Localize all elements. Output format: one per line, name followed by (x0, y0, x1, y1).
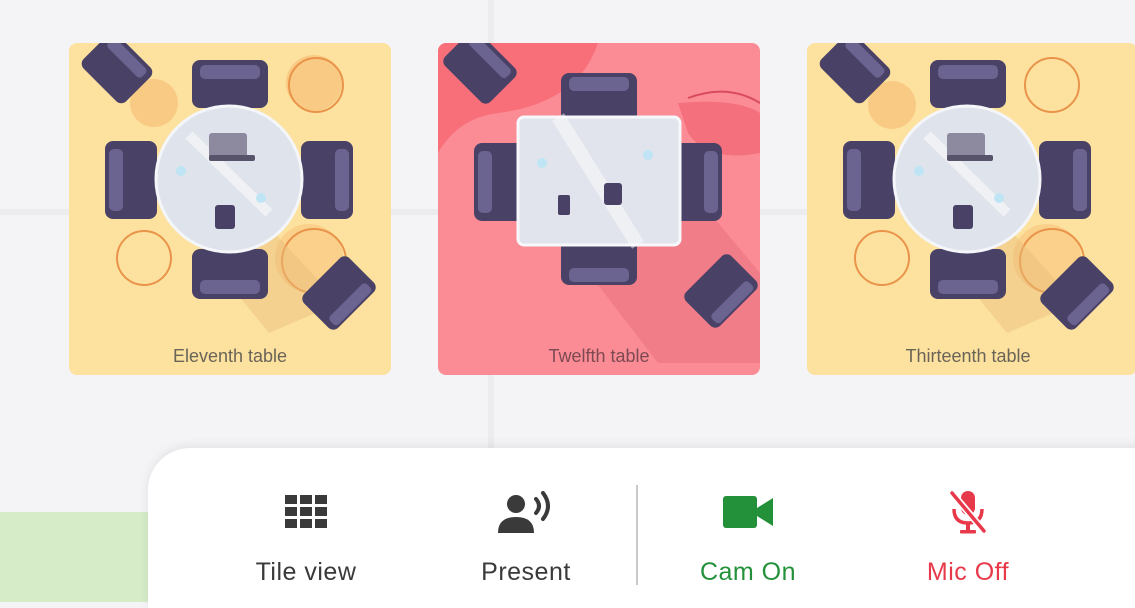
table-card-thirteenth[interactable]: Thirteenth table (807, 43, 1135, 375)
tile-view-label: Tile view (255, 558, 357, 586)
table-label: Thirteenth table (905, 346, 1031, 366)
mic-label: Mic Off (926, 558, 1010, 586)
toolbar-divider (636, 485, 638, 585)
table-card-twelfth[interactable]: Twelfth table (438, 43, 760, 375)
square-table-illustration (438, 43, 760, 363)
table-card-eleventh[interactable]: Eleventh table (69, 43, 391, 375)
mic-off-icon (948, 486, 988, 538)
table-label: Twelfth table (548, 346, 650, 366)
table-label: Eleventh table (172, 346, 288, 366)
present-button[interactable]: Present (456, 486, 596, 596)
present-label: Present (481, 558, 571, 586)
video-camera-icon (723, 486, 773, 538)
mic-toggle-button[interactable]: Mic Off (898, 486, 1038, 596)
round-table-illustration (819, 43, 1114, 333)
person-speaking-icon (496, 486, 556, 538)
call-toolbar: Tile view Present Cam On Mic Off (148, 448, 1135, 608)
round-table-illustration (81, 43, 376, 333)
cam-toggle-button[interactable]: Cam On (678, 486, 818, 596)
green-zone (0, 512, 160, 602)
cam-label: Cam On (699, 558, 797, 586)
grid-icon (285, 486, 327, 538)
tile-view-button[interactable]: Tile view (236, 486, 376, 596)
